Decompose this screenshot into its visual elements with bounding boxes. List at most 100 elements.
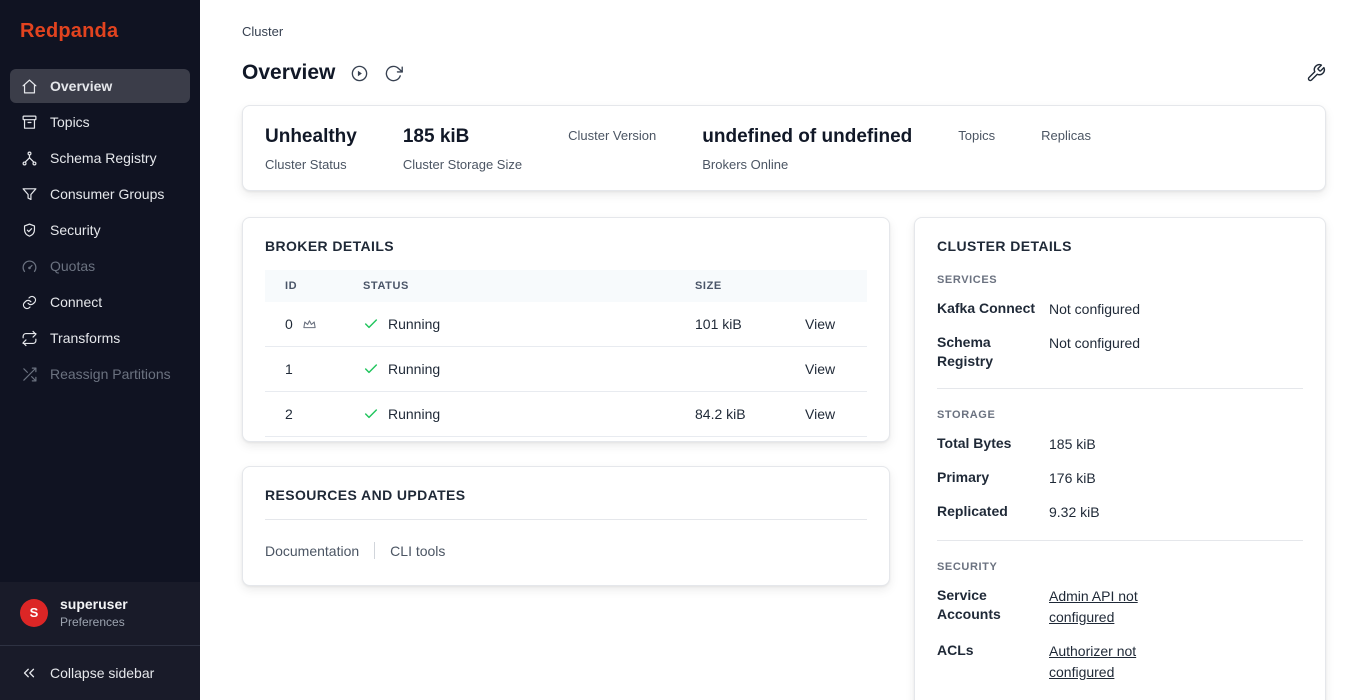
stat-label: Cluster Storage Size [403, 157, 522, 172]
broker-id: 1 [285, 361, 293, 377]
user-name: superuser [60, 596, 128, 612]
broker-table-header: ID STATUS SIZE [265, 270, 867, 302]
sidebar-item-label: Quotas [50, 258, 95, 274]
detail-label: Primary [937, 468, 1049, 487]
broker-id: 0 [285, 316, 293, 332]
sidebar-item-consumer-groups[interactable]: Consumer Groups [10, 177, 190, 211]
view-broker-link[interactable]: View [805, 361, 835, 377]
cli-tools-link[interactable]: CLI tools [390, 543, 445, 559]
gauge-icon [20, 257, 38, 275]
stat-label: Cluster Status [265, 157, 357, 172]
detail-value: 185 kiB [1049, 434, 1096, 455]
broker-status: Running [388, 316, 440, 332]
sidebar-item-label: Overview [50, 78, 112, 94]
broker-row: 1 Running View [265, 347, 867, 392]
resources-card: RESOURCES AND UPDATES Documentation CLI … [242, 466, 890, 586]
chevrons-left-icon [20, 664, 38, 682]
left-column: BROKER DETAILS ID STATUS SIZE [242, 217, 890, 586]
shuffle-icon [20, 365, 38, 383]
sidebar-item-label: Reassign Partitions [50, 366, 171, 382]
sidebar-item-label: Transforms [50, 330, 120, 346]
sidebar-item-schema-registry[interactable]: Schema Registry [10, 141, 190, 175]
stat-label: Replicas [1041, 128, 1091, 143]
admin-api-not-configured-link[interactable]: Admin API not configured [1049, 586, 1161, 628]
collapse-sidebar-button[interactable]: Collapse sidebar [0, 645, 200, 700]
sidebar-item-label: Consumer Groups [50, 186, 164, 202]
right-column: CLUSTER DETAILS SERVICES Kafka Connect N… [914, 217, 1326, 700]
detail-value: Not configured [1049, 333, 1140, 354]
broker-size: 101 kiB [687, 302, 797, 347]
stat-label: Cluster Version [568, 128, 656, 143]
sidebar-item-quotas[interactable]: Quotas [10, 249, 190, 283]
stat-value: Unhealthy [265, 126, 357, 148]
play-circle-icon[interactable] [350, 64, 369, 83]
detail-label: Service Accounts [937, 586, 1049, 624]
consumer-groups-icon [20, 185, 38, 203]
stat-topics: Topics [958, 126, 995, 143]
sidebar-item-label: Security [50, 222, 101, 238]
stat-value: 185 kiB [403, 126, 522, 148]
authorizer-not-configured-link[interactable]: Authorizer not configured [1049, 641, 1161, 683]
sidebar-item-label: Topics [50, 114, 90, 130]
repeat-icon [20, 329, 38, 347]
detail-row-replicated: Replicated 9.32 kiB [937, 502, 1303, 523]
sidebar-item-transforms[interactable]: Transforms [10, 321, 190, 355]
refresh-icon[interactable] [384, 64, 403, 83]
sidebar-item-label: Connect [50, 294, 102, 310]
broker-details-card: BROKER DETAILS ID STATUS SIZE [242, 217, 890, 442]
sidebar-item-reassign-partitions[interactable]: Reassign Partitions [10, 357, 190, 391]
home-icon [20, 77, 38, 95]
broker-size: 84.2 kiB [687, 392, 797, 437]
stat-cluster-version: Cluster Version [568, 126, 656, 143]
check-icon [363, 361, 379, 377]
stat-value: undefined of undefined [702, 126, 912, 148]
detail-label: Schema Registry [937, 333, 1049, 371]
schema-registry-icon [20, 149, 38, 167]
services-heading: SERVICES [937, 274, 1303, 286]
storage-heading: STORAGE [937, 409, 1303, 421]
check-icon [363, 406, 379, 422]
stat-label: Topics [958, 128, 995, 143]
sidebar-item-connect[interactable]: Connect [10, 285, 190, 319]
resources-title: RESOURCES AND UPDATES [265, 487, 867, 503]
wrench-icon[interactable] [1306, 63, 1326, 83]
leader-crown-icon [302, 317, 317, 332]
broker-status: Running [388, 361, 440, 377]
cluster-details-title: CLUSTER DETAILS [937, 238, 1303, 254]
detail-label: ACLs [937, 641, 1049, 660]
divider [937, 540, 1303, 541]
sidebar: Redpanda Overview Topics Schema Registry [0, 0, 200, 700]
stat-label: Brokers Online [702, 157, 912, 172]
sidebar-item-overview[interactable]: Overview [10, 69, 190, 103]
column-header-status: STATUS [355, 270, 687, 302]
detail-value: 9.32 kiB [1049, 502, 1100, 523]
preferences-link[interactable]: Preferences [60, 615, 128, 629]
column-header-id: ID [265, 270, 355, 302]
view-broker-link[interactable]: View [805, 316, 835, 332]
topics-icon [20, 113, 38, 131]
documentation-link[interactable]: Documentation [265, 543, 359, 559]
shield-icon [20, 221, 38, 239]
user-profile[interactable]: S superuser Preferences [0, 582, 200, 645]
detail-row-total-bytes: Total Bytes 185 kiB [937, 434, 1303, 455]
stat-cluster-storage-size: 185 kiB Cluster Storage Size [403, 126, 522, 172]
sidebar-footer: S superuser Preferences Collapse sidebar [0, 582, 200, 700]
column-header-size: SIZE [687, 270, 797, 302]
stat-replicas: Replicas [1041, 126, 1091, 143]
detail-value: 176 kiB [1049, 468, 1096, 489]
broker-id: 2 [285, 406, 293, 422]
view-broker-link[interactable]: View [805, 406, 835, 422]
redpanda-logo: Redpanda [0, 0, 200, 69]
vertical-divider [374, 542, 375, 559]
breadcrumb[interactable]: Cluster [242, 24, 283, 39]
stat-cluster-status: Unhealthy Cluster Status [265, 126, 357, 172]
sidebar-item-topics[interactable]: Topics [10, 105, 190, 139]
broker-size [687, 347, 797, 392]
divider [937, 388, 1303, 389]
detail-label: Total Bytes [937, 434, 1049, 453]
column-header-action [797, 270, 867, 302]
sidebar-item-security[interactable]: Security [10, 213, 190, 247]
user-text: superuser Preferences [60, 596, 128, 629]
broker-table: ID STATUS SIZE 0 Running 101 kiB [265, 270, 867, 437]
broker-status: Running [388, 406, 440, 422]
